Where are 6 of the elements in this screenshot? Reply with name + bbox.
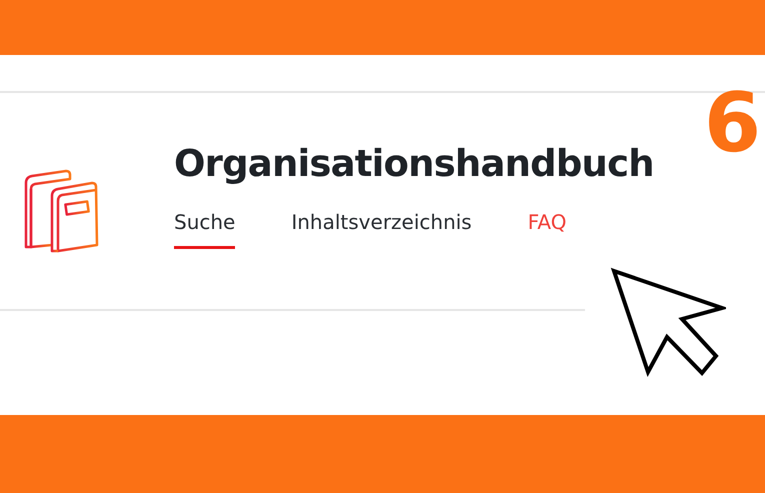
cursor-icon: [610, 267, 726, 379]
step-number: 6: [704, 83, 761, 165]
nav-tab[interactable]: FAQ: [528, 210, 566, 249]
nav-tab[interactable]: Inhaltsverzeichnis: [291, 210, 472, 249]
nav-tab[interactable]: Suche: [174, 210, 236, 249]
app-title: Organisationshandbuch: [174, 145, 654, 182]
